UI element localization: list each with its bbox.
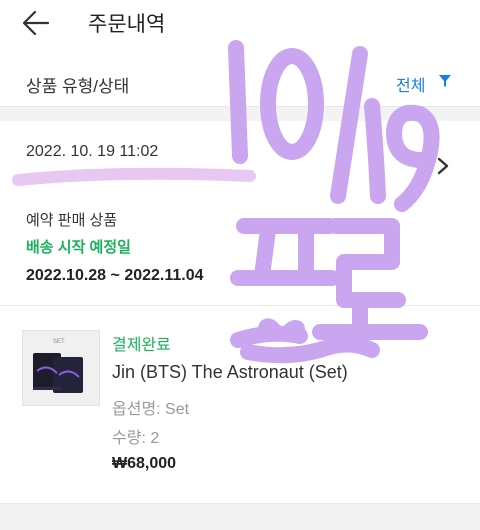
ship-date-range: 2022.10.28 ~ 2022.11.04 (26, 267, 204, 284)
option-name: 옵션명: Set (112, 401, 190, 418)
filter-value[interactable]: 전체 (396, 72, 425, 96)
filter-bar: 상품 유형/상태 전체 (0, 58, 480, 107)
order-date: 2022. 10. 19 11:02 (26, 143, 159, 160)
product-name[interactable]: Jin (BTS) The Astronaut (Set) (112, 362, 348, 383)
chevron-right-icon[interactable] (436, 157, 450, 175)
payment-status: 결제완료 (112, 337, 171, 354)
page-title: 주문내역 (88, 13, 166, 36)
divider (0, 305, 480, 306)
ship-start-label: 배송 시작 예정일 (26, 239, 131, 256)
app-header: 주문내역 (0, 0, 480, 50)
arrow-left-icon[interactable] (20, 8, 52, 38)
album-artwork-image (33, 353, 83, 393)
section-gap (0, 107, 480, 121)
sale-type: 예약 판매 상품 (26, 212, 118, 229)
filter-funnel-icon[interactable] (438, 74, 452, 88)
product-thumbnail[interactable]: SET (22, 330, 100, 406)
price: ₩68,000 (112, 455, 177, 472)
bottom-gap (0, 504, 480, 530)
quantity: 수량: 2 (112, 430, 160, 447)
order-card[interactable]: 2022. 10. 19 11:02 예약 판매 상품 배송 시작 예정일 20… (0, 121, 480, 504)
filter-label: 상품 유형/상태 (26, 77, 130, 96)
